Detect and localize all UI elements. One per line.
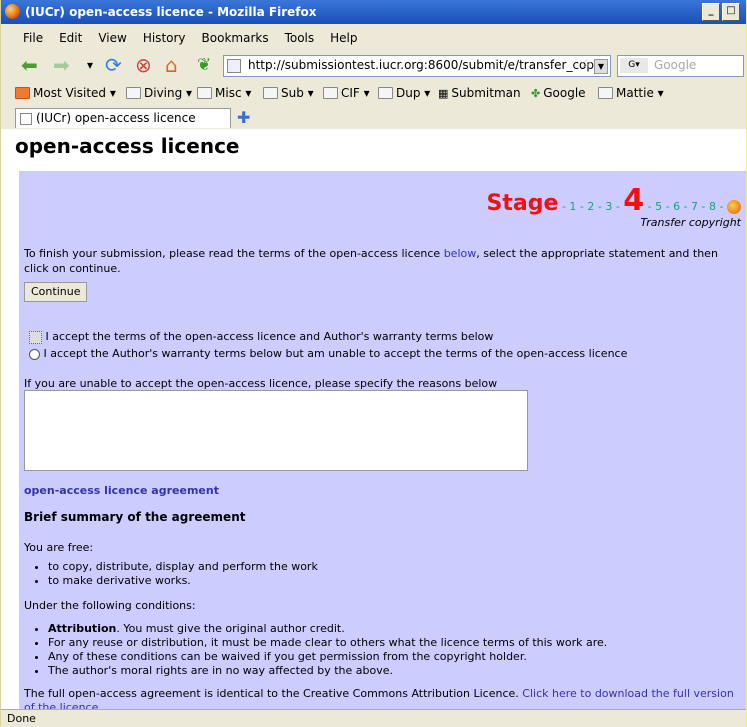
tab-favicon-icon	[20, 113, 32, 125]
forward-arrow-icon[interactable]: ➡	[53, 54, 70, 76]
conditions-intro: Under the following conditions:	[24, 599, 196, 612]
history-dropdown-icon[interactable]: ▾	[87, 54, 93, 76]
stage-steps-after[interactable]: - 5 - 6 - 7 - 8 -	[648, 200, 724, 213]
reasons-label: If you are unable to accept the open-acc…	[24, 377, 498, 390]
google-search-engine-icon[interactable]: G▾	[620, 58, 648, 73]
list-item: to copy, distribute, display and perform…	[48, 560, 318, 574]
accept-option[interactable]: I accept the terms of the open-access li…	[29, 330, 493, 344]
status-bar: Done	[1, 709, 746, 727]
summary-heading: Brief summary of the agreement	[24, 510, 246, 524]
bookmark-most-visited[interactable]: Most Visited ▾	[15, 86, 116, 100]
folder-icon	[126, 87, 141, 99]
full-text-paragraph: The full open-access agreement is identi…	[24, 687, 739, 709]
reject-label: I accept the Author's warranty terms bel…	[43, 347, 628, 360]
url-dropdown-icon[interactable]: ▼	[594, 59, 608, 74]
window-title: (IUCr) open-access licence - Mozilla Fir…	[25, 5, 317, 19]
address-text[interactable]: http://submissiontest.iucr.org:8600/subm…	[248, 58, 601, 72]
submitman-icon: ▦	[438, 86, 449, 100]
bookmark-misc[interactable]: Misc ▾	[197, 86, 251, 100]
search-box[interactable]: G▾ Google	[617, 55, 744, 77]
folder-icon	[197, 87, 212, 99]
menu-help[interactable]: Help	[322, 28, 365, 48]
google-icon: ✤	[531, 86, 541, 100]
menu-history[interactable]: History	[135, 28, 194, 48]
list-item: For any reuse or distribution, it must b…	[48, 636, 607, 650]
menu-file[interactable]: File	[1, 28, 51, 48]
bookmark-star-icon[interactable]: ☆	[580, 57, 592, 72]
back-arrow-icon[interactable]: ⬅	[21, 54, 38, 76]
bookmark-submitman[interactable]: ▦ Submitman	[438, 86, 521, 100]
stage-indicator: Stage - 1 - 2 - 3 - 4 - 5 - 6 - 7 - 8 - …	[487, 183, 741, 229]
below-link[interactable]: below	[444, 247, 477, 260]
menu-bookmarks[interactable]: Bookmarks	[194, 28, 277, 48]
maximize-button[interactable]: □	[722, 3, 740, 21]
title-bar: (IUCr) open-access licence - Mozilla Fir…	[1, 0, 746, 24]
most-visited-icon	[15, 87, 30, 99]
bookmark-sub[interactable]: Sub ▾	[263, 86, 314, 100]
list-item: to make derivative works.	[48, 574, 318, 588]
bookmark-diving[interactable]: Diving ▾	[126, 86, 192, 100]
page-content: open-access licence Stage - 1 - 2 - 3 - …	[1, 129, 746, 709]
list-item: The author's moral rights are in no way …	[48, 664, 607, 678]
minimize-button[interactable]: _	[702, 3, 720, 21]
folder-icon	[323, 87, 338, 99]
bookmark-mattie[interactable]: Mattie ▾	[598, 86, 664, 100]
submission-panel: Stage - 1 - 2 - 3 - 4 - 5 - 6 - 7 - 8 - …	[19, 171, 746, 709]
search-placeholder: Google	[654, 58, 697, 72]
bookmark-google[interactable]: ✤ Google	[531, 86, 586, 100]
new-tab-plus-icon[interactable]: ✚	[237, 108, 250, 127]
browser-window: (IUCr) open-access licence - Mozilla Fir…	[0, 0, 746, 727]
status-text: Done	[7, 712, 36, 725]
reject-radio[interactable]	[29, 348, 40, 360]
stage-subtitle: Transfer copyright	[640, 216, 741, 229]
page-title: open-access licence	[15, 134, 240, 158]
reload-icon[interactable]: ⟳	[105, 54, 122, 76]
stage-steps-before[interactable]: - 1 - 2 - 3 -	[562, 200, 620, 213]
page-favicon-icon	[227, 59, 241, 73]
tab-active[interactable]: (IUCr) open-access licence	[15, 108, 231, 128]
reject-option[interactable]: I accept the Author's warranty terms bel…	[29, 347, 627, 361]
tab-bar: (IUCr) open-access licence ✚	[1, 108, 746, 128]
bookmark-dup[interactable]: Dup ▾	[378, 86, 430, 100]
bookmarks-toolbar: Most Visited ▾ Diving ▾ Misc ▾ Sub ▾ CIF…	[1, 83, 746, 105]
free-intro: You are free:	[24, 541, 94, 554]
list-item: Any of these conditions can be waived if…	[48, 650, 607, 664]
bookmark-cif[interactable]: CIF ▾	[323, 86, 370, 100]
address-bar[interactable]: http://submissiontest.iucr.org:8600/subm…	[223, 55, 611, 77]
reasons-textarea[interactable]	[24, 390, 528, 471]
folder-icon	[598, 87, 613, 99]
home-icon[interactable]: ⌂	[165, 54, 178, 76]
stage-label: Stage	[486, 191, 559, 216]
menu-bar: File Edit View History Bookmarks Tools H…	[1, 28, 366, 48]
tab-title: (IUCr) open-access licence	[36, 111, 196, 125]
folder-icon	[263, 87, 278, 99]
menu-view[interactable]: View	[90, 28, 134, 48]
accept-checkbox[interactable]	[29, 330, 42, 344]
free-list: to copy, distribute, display and perform…	[24, 560, 318, 588]
menu-edit[interactable]: Edit	[51, 28, 90, 48]
intro-text: To finish your submission, please read t…	[24, 247, 718, 275]
conditions-list: Attribution. You must give the original …	[24, 622, 607, 678]
stage-current: 4	[623, 183, 645, 218]
accept-label: I accept the terms of the open-access li…	[45, 330, 494, 343]
menu-tools[interactable]: Tools	[277, 28, 323, 48]
list-item: Attribution. You must give the original …	[48, 622, 607, 636]
agreement-title: open-access licence agreement	[24, 484, 219, 497]
firefox-icon	[5, 4, 20, 19]
continue-button[interactable]: Continue	[24, 282, 88, 302]
stop-icon[interactable]: ⊗	[135, 54, 152, 76]
folder-icon	[378, 87, 393, 99]
leaf-addon-icon[interactable]: ❦	[197, 54, 211, 76]
stage-end-icon[interactable]	[727, 200, 741, 214]
